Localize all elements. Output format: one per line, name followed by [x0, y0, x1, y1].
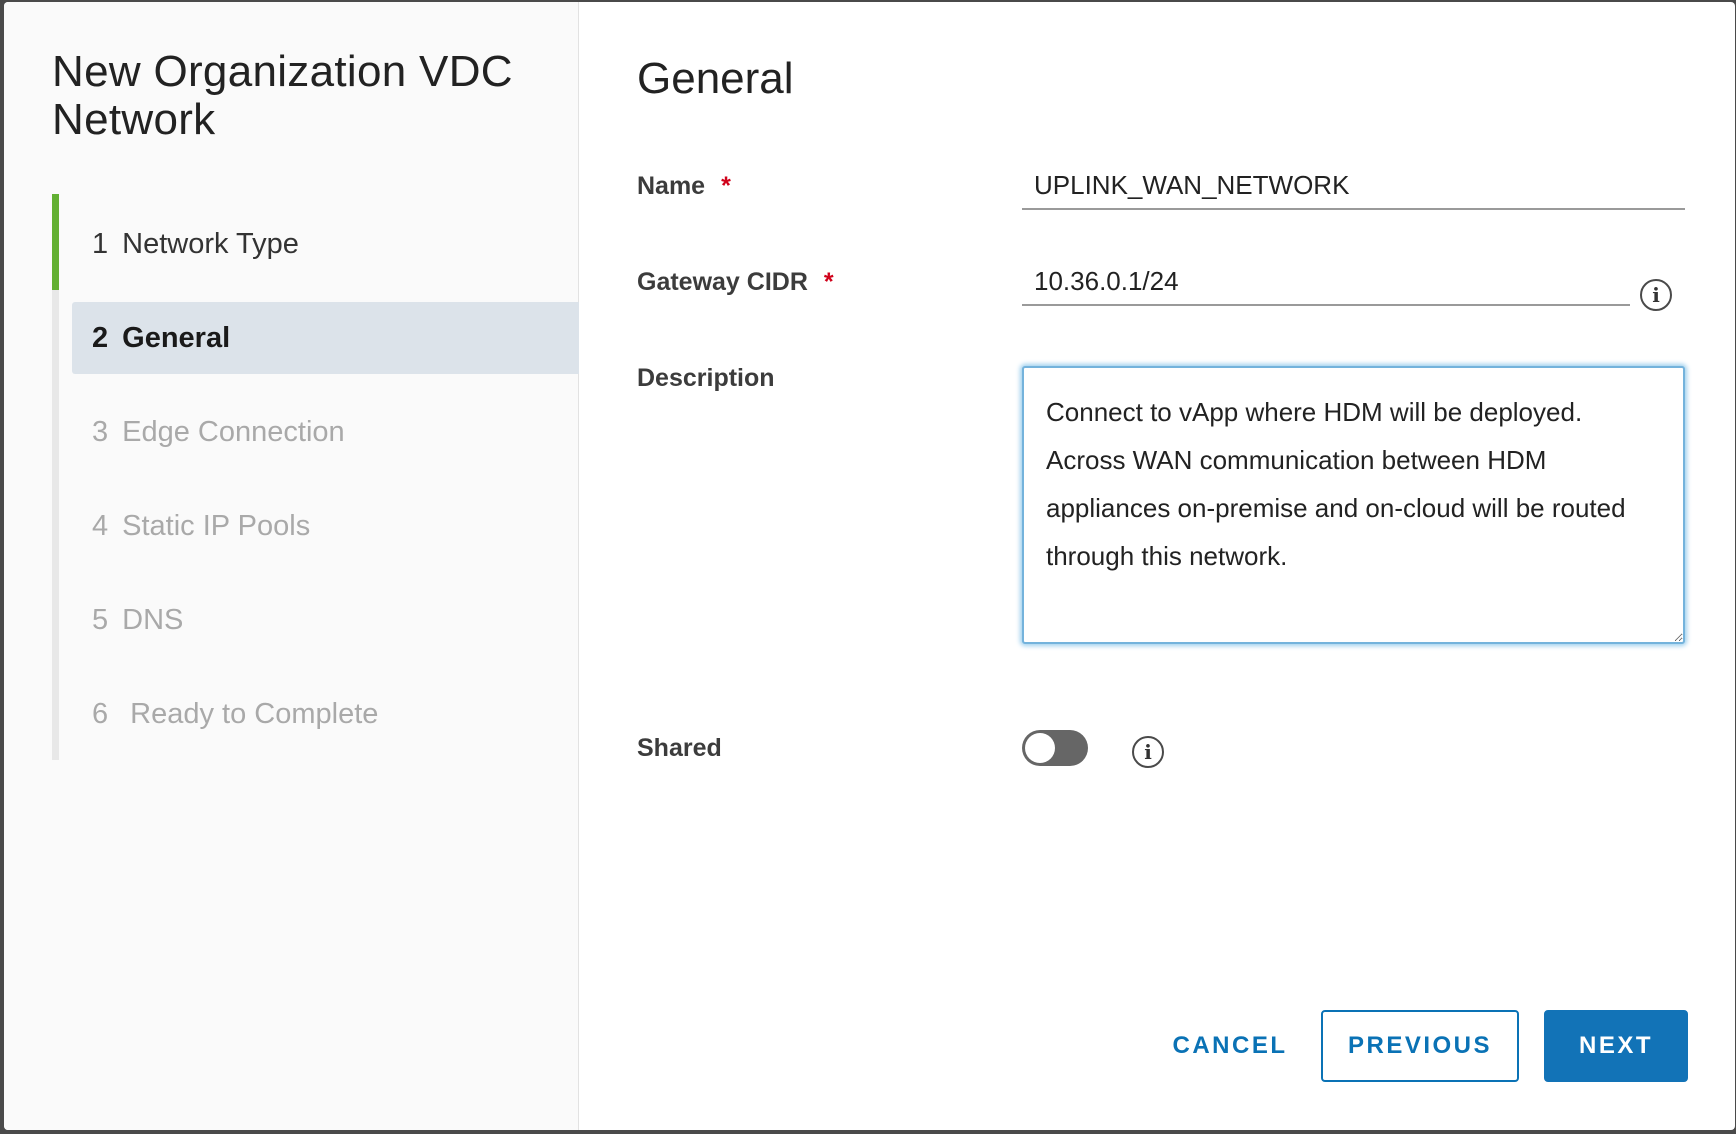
info-circle-icon[interactable]: i [1640, 279, 1672, 311]
next-button[interactable]: NEXT [1544, 1010, 1688, 1082]
shared-label-text: Shared [637, 734, 722, 762]
description-textarea[interactable]: Connect to vApp where HDM will be deploy… [1022, 366, 1685, 644]
name-label-text: Name [637, 172, 706, 200]
step-label: DNS [122, 603, 184, 636]
name-label: Name * [637, 172, 731, 201]
required-marker: * [823, 268, 834, 296]
step-label: General [122, 321, 231, 354]
shared-label: Shared [637, 734, 722, 763]
step-number: 6 [92, 697, 109, 730]
description-label: Description [637, 364, 775, 393]
gateway-cidr-label: Gateway CIDR * [637, 268, 834, 297]
section-title: General [637, 54, 794, 103]
step-number: 4 [92, 509, 109, 542]
info-circle-icon[interactable]: i [1132, 736, 1164, 768]
step-number: 3 [92, 415, 109, 448]
gateway-cidr-input[interactable] [1022, 258, 1630, 306]
step-label: Network Type [122, 227, 299, 260]
step-network-type[interactable]: 1 Network Type [72, 208, 579, 280]
previous-button[interactable]: PREVIOUS [1321, 1010, 1519, 1082]
required-marker: * [721, 172, 731, 200]
new-org-vdc-network-dialog: New Organization VDC Network 1 Network T… [4, 2, 1735, 1130]
step-edge-connection[interactable]: 3 Edge Connection [72, 396, 579, 468]
step-number: 1 [92, 227, 109, 260]
description-label-text: Description [637, 364, 775, 392]
wizard-steps: 1 Network Type 2 General 3 Edge Connecti… [52, 194, 579, 760]
wizard-sidebar: New Organization VDC Network 1 Network T… [4, 2, 579, 1130]
step-number: 5 [92, 603, 109, 636]
step-number: 2 [92, 321, 109, 354]
step-label: Edge Connection [122, 415, 345, 448]
step-ready-to-complete[interactable]: 6 Ready to Complete [72, 678, 579, 750]
dialog-title: New Organization VDC Network [52, 47, 513, 144]
gateway-cidr-label-text: Gateway CIDR [637, 268, 808, 296]
step-static-ip-pools[interactable]: 4 Static IP Pools [72, 490, 579, 562]
step-label: Static IP Pools [122, 509, 311, 542]
name-input[interactable] [1022, 162, 1685, 210]
cancel-button[interactable]: CANCEL [1150, 1010, 1310, 1082]
shared-toggle[interactable] [1022, 730, 1088, 766]
steps-progress-complete [52, 194, 59, 290]
step-label: Ready to Complete [130, 697, 379, 730]
step-general[interactable]: 2 General [72, 302, 579, 374]
toggle-knob [1025, 733, 1055, 763]
step-dns[interactable]: 5 DNS [72, 584, 579, 656]
wizard-content: General Name * Gateway CIDR * i Descriptio… [580, 2, 1735, 1130]
